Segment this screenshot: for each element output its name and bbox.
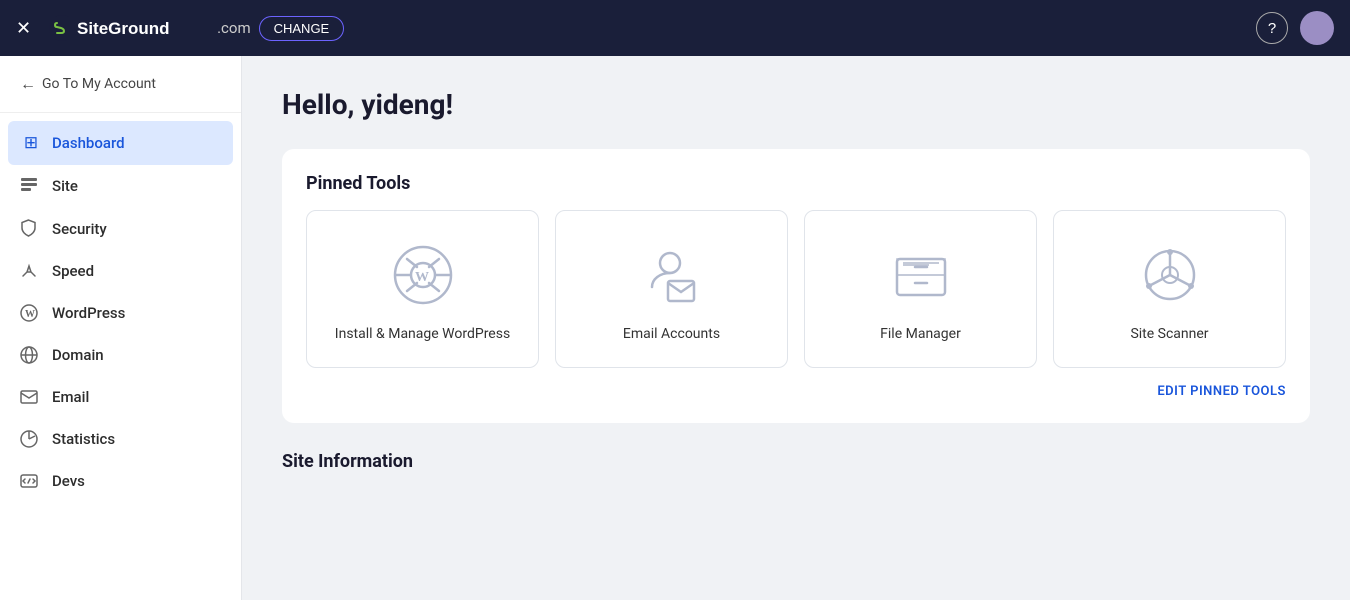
svg-text:SiteGround: SiteGround	[77, 19, 170, 38]
pinned-tools-title: Pinned Tools	[306, 173, 1286, 194]
close-icon[interactable]: ✕	[16, 18, 31, 39]
question-mark-icon: ?	[1268, 20, 1276, 37]
sidebar-item-security[interactable]: Security	[0, 207, 241, 250]
sidebar-label-devs: Devs	[52, 472, 85, 490]
change-domain-button[interactable]: CHANGE	[259, 16, 345, 41]
pinned-tools-grid: W Install & Manage WordPress Email Accou…	[306, 210, 1286, 368]
tool-label-file-manager: File Manager	[880, 325, 961, 345]
email-accounts-tool-icon	[636, 239, 708, 311]
sidebar-item-site[interactable]: Site	[0, 165, 241, 207]
sidebar-label-dashboard: Dashboard	[52, 134, 125, 152]
domain-area: .com CHANGE	[217, 16, 344, 41]
file-manager-tool-icon	[885, 239, 957, 311]
main-layout: ← Go To My Account ⊞ Dashboard Site	[0, 56, 1350, 600]
tool-card-wordpress[interactable]: W Install & Manage WordPress	[306, 210, 539, 368]
speed-icon	[20, 262, 42, 280]
tool-label-wordpress: Install & Manage WordPress	[335, 325, 510, 345]
avatar[interactable]	[1300, 11, 1334, 45]
tool-label-email-accounts: Email Accounts	[623, 325, 720, 345]
wordpress-icon: W	[20, 304, 42, 322]
sidebar-label-wordpress: WordPress	[52, 304, 125, 322]
svg-text:W: W	[415, 270, 429, 285]
tool-card-file-manager[interactable]: File Manager	[804, 210, 1037, 368]
domain-tld: .com	[217, 19, 251, 37]
email-icon	[20, 390, 42, 404]
tool-label-site-scanner: Site Scanner	[1130, 325, 1208, 345]
security-icon	[20, 219, 42, 238]
main-content: Hello, yideng! Pinned Tools W	[242, 56, 1350, 600]
tool-card-site-scanner[interactable]: Site Scanner	[1053, 210, 1286, 368]
site-icon	[20, 177, 42, 195]
sidebar-item-domain[interactable]: Domain	[0, 334, 241, 376]
wordpress-tool-icon: W	[387, 239, 459, 311]
sidebar-label-statistics: Statistics	[52, 430, 115, 448]
sidebar-item-devs[interactable]: Devs	[0, 460, 241, 502]
sidebar-item-dashboard[interactable]: ⊞ Dashboard	[8, 121, 233, 165]
pinned-tools-section: Pinned Tools W Install &	[282, 149, 1310, 423]
sidebar: ← Go To My Account ⊞ Dashboard Site	[0, 56, 242, 600]
sidebar-label-email: Email	[52, 388, 89, 406]
logo: SiteGround	[47, 13, 197, 43]
domain-icon	[20, 346, 42, 364]
sidebar-item-statistics[interactable]: Statistics	[0, 418, 241, 460]
svg-text:W: W	[25, 309, 35, 320]
sidebar-label-security: Security	[52, 220, 107, 238]
back-label: Go To My Account	[42, 76, 156, 92]
sidebar-label-domain: Domain	[52, 346, 104, 364]
back-arrow-icon: ←	[20, 74, 36, 94]
sidebar-label-speed: Speed	[52, 262, 94, 280]
site-info-title: Site Information	[282, 451, 1310, 472]
nav-right: ?	[1256, 11, 1334, 45]
sidebar-item-email[interactable]: Email	[0, 376, 241, 418]
site-scanner-tool-icon	[1134, 239, 1206, 311]
sidebar-nav: ⊞ Dashboard Site	[0, 113, 241, 510]
sidebar-item-speed[interactable]: Speed	[0, 250, 241, 292]
sidebar-label-site: Site	[52, 177, 78, 195]
sidebar-item-wordpress[interactable]: W WordPress	[0, 292, 241, 334]
devs-icon	[20, 474, 42, 488]
page-greeting: Hello, yideng!	[282, 88, 1310, 121]
dashboard-icon: ⊞	[20, 133, 42, 153]
go-to-my-account-link[interactable]: ← Go To My Account	[0, 56, 241, 113]
help-button[interactable]: ?	[1256, 12, 1288, 44]
top-navigation: ✕ SiteGround .com CHANGE ?	[0, 0, 1350, 56]
statistics-icon	[20, 430, 42, 448]
tool-card-email-accounts[interactable]: Email Accounts	[555, 210, 788, 368]
edit-pinned-tools-link[interactable]: EDIT PINNED TOOLS	[306, 384, 1286, 399]
